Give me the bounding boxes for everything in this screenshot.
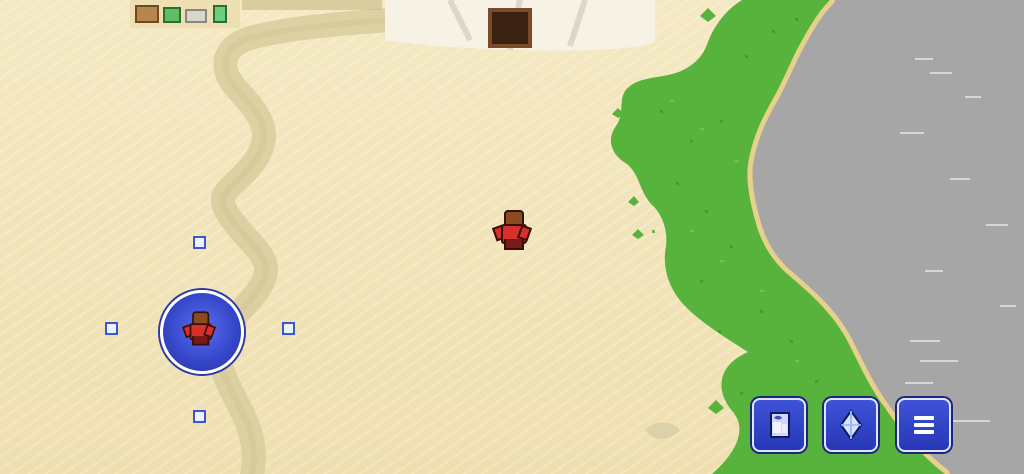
dry-riverbed [207,8,402,474]
joystick-ring[interactable] [160,290,244,374]
player-legs [504,239,524,250]
character-icon-legs [192,336,210,346]
hamburger-menu-icon [914,416,934,434]
village-icons [130,0,382,28]
map-button[interactable] [752,398,806,452]
sand-rock [645,422,680,440]
crystal-icon [839,409,863,441]
character-icon [181,308,217,346]
joystick-left-marker[interactable] [105,322,118,335]
menu-button[interactable] [897,398,951,452]
joystick-up-marker[interactable] [193,236,206,249]
joystick-down-marker[interactable] [193,410,206,423]
joystick-right-marker[interactable] [282,322,295,335]
crystal-button[interactable] [824,398,878,452]
player-character [491,206,533,250]
map-icon [770,412,790,438]
